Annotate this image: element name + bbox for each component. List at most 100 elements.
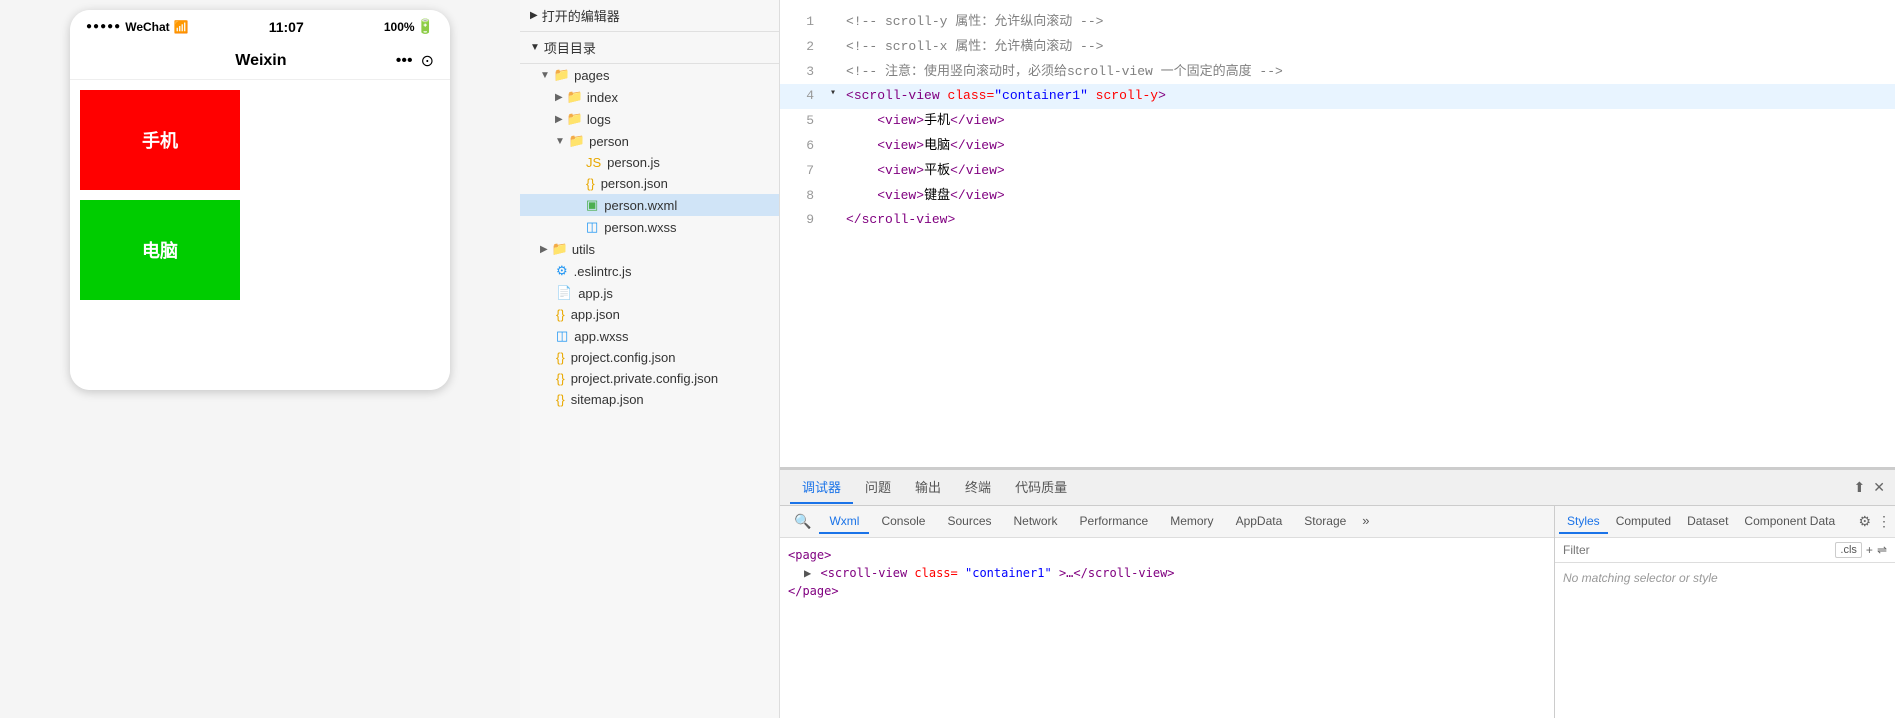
file-person-wxss[interactable]: ◫ person.wxss <box>520 216 779 238</box>
code-line-9: 9 </scroll-view> <box>780 208 1895 233</box>
tab-component-data[interactable]: Component Data <box>1736 510 1843 534</box>
folder-logs[interactable]: ▶ 📁 logs <box>520 108 779 130</box>
dom-tag-page-close: </page> <box>788 584 839 598</box>
tab-terminal[interactable]: 终端 <box>953 471 1003 504</box>
file-panel: ▶ 打开的编辑器 ▼ 项目目录 ▼ 📁 pages ▶ 📁 index ▶ 📁 … <box>520 0 780 718</box>
wxss-file-icon: ◫ <box>586 219 598 235</box>
dom-tag-close: >…</scroll-view> <box>1059 566 1175 580</box>
json-file-icon: {} <box>556 392 565 407</box>
styles-empty-text: No matching selector or style <box>1555 563 1895 718</box>
line-content-4: <scroll-view class="container1" scroll-y… <box>846 86 1895 107</box>
json-file-icon: {} <box>586 176 595 191</box>
folder-index[interactable]: ▶ 📁 index <box>520 86 779 108</box>
folder-pages[interactable]: ▼ 📁 pages <box>520 64 779 86</box>
close-icon[interactable]: ✕ <box>1873 479 1885 496</box>
tab-dataset[interactable]: Dataset <box>1679 510 1736 534</box>
file-label: app.json <box>571 307 620 322</box>
code-line-8: 8 <view>键盘</view> <box>780 184 1895 209</box>
folder-label: utils <box>572 242 595 257</box>
tab-memory[interactable]: Memory <box>1160 510 1223 534</box>
code-line-3: 3 <!-- 注意：使用竖向滚动时，必须给scroll-view 一个固定的高度… <box>780 60 1895 85</box>
file-person-wxml[interactable]: ▣ person.wxml <box>520 194 779 216</box>
file-eslintrc[interactable]: ⚙ .eslintrc.js <box>520 260 779 282</box>
opened-editors-header[interactable]: ▶ 打开的编辑器 <box>520 0 779 32</box>
devtools-panel: 调试器 问题 输出 终端 代码质量 ⬆ ✕ 🔍 Wxml Console Sou… <box>780 468 1895 718</box>
more-icon[interactable]: ⋮ <box>1877 513 1891 530</box>
tab-issues[interactable]: 问题 <box>853 471 903 504</box>
phone-status-bar: ●●●●● WeChat 📶 11:07 100% 🔋 <box>70 10 450 43</box>
file-person-js[interactable]: JS person.js <box>520 152 779 173</box>
file-app-js[interactable]: 📄 app.js <box>520 282 779 304</box>
add-style-icon[interactable]: + <box>1866 543 1873 557</box>
dom-attr-val-class: "container1" <box>965 566 1052 580</box>
tab-more[interactable]: » <box>1358 513 1373 530</box>
devtools-bottom-tabs: 🔍 Wxml Console Sources Network Performan… <box>780 506 1554 538</box>
devtools-top-right-icons: ⬆ ✕ <box>1854 479 1885 496</box>
box-red-label: 手机 <box>142 127 178 153</box>
devtools-dom-content: <page> ▶ <scroll-view class= "container1… <box>780 538 1554 718</box>
arrow-icon: ▼ <box>555 136 565 147</box>
folder-label: pages <box>574 68 609 83</box>
tab-console[interactable]: Console <box>871 510 935 534</box>
record-icon[interactable]: ⊙ <box>421 51 434 71</box>
filter-cls-button[interactable]: .cls <box>1835 542 1862 558</box>
line-content-7: <view>平板</view> <box>846 161 1895 182</box>
maximize-icon[interactable]: ⬆ <box>1854 479 1866 496</box>
filter-input[interactable] <box>1563 543 1831 557</box>
tab-styles[interactable]: Styles <box>1559 510 1608 534</box>
tab-performance[interactable]: Performance <box>1070 510 1159 534</box>
folder-person[interactable]: ▼ 📁 person <box>520 130 779 152</box>
dom-arrow-icon[interactable]: ▶ <box>804 566 811 580</box>
tab-appdata[interactable]: AppData <box>1226 510 1293 534</box>
folder-icon: 📁 <box>569 133 585 149</box>
folder-icon: 📁 <box>554 67 570 83</box>
carrier-label: WeChat <box>125 20 169 34</box>
tab-sources[interactable]: Sources <box>937 510 1001 534</box>
file-project-private-config[interactable]: {} project.private.config.json <box>520 368 779 389</box>
devtools-left: 🔍 Wxml Console Sources Network Performan… <box>780 506 1555 718</box>
phone-header-icons[interactable]: ••• ⊙ <box>396 51 434 71</box>
tab-storage[interactable]: Storage <box>1294 510 1356 534</box>
battery-pct: 100% <box>384 20 415 34</box>
devtools-body: 🔍 Wxml Console Sources Network Performan… <box>780 506 1895 718</box>
tab-network[interactable]: Network <box>1004 510 1068 534</box>
dom-line-page-open: <page> <box>788 546 1546 564</box>
code-line-5: 5 <view>手机</view> <box>780 109 1895 134</box>
file-label: project.private.config.json <box>571 371 718 386</box>
file-app-json[interactable]: {} app.json <box>520 304 779 325</box>
tab-debugger[interactable]: 调试器 <box>790 471 853 504</box>
code-line-6: 6 <view>电脑</view> <box>780 134 1895 159</box>
line-num-1: 1 <box>780 12 830 33</box>
wifi-icon: 📶 <box>174 20 189 34</box>
project-header[interactable]: ▼ 项目目录 <box>520 32 779 64</box>
right-panel: 1 <!-- scroll-y 属性：允许纵向滚动 --> 2 <!-- scr… <box>780 0 1895 718</box>
tab-wxml[interactable]: Wxml <box>819 510 869 534</box>
inspect-icon[interactable]: 🔍 <box>788 509 817 534</box>
settings-icon[interactable]: ⚙ <box>1858 513 1871 530</box>
file-label: sitemap.json <box>571 392 644 407</box>
phone-content: 手机 电脑 <box>70 90 450 390</box>
tab-code-quality[interactable]: 代码质量 <box>1003 471 1079 504</box>
file-project-config[interactable]: {} project.config.json <box>520 347 779 368</box>
tab-output[interactable]: 输出 <box>903 471 953 504</box>
file-person-json[interactable]: {} person.json <box>520 173 779 194</box>
arrow-icon: ▶ <box>555 114 563 125</box>
file-label: person.json <box>601 176 668 191</box>
code-line-7: 7 <view>平板</view> <box>780 159 1895 184</box>
file-sitemap-json[interactable]: {} sitemap.json <box>520 389 779 410</box>
line-arrow-4: ▾ <box>830 86 846 102</box>
arrow-icon: ▼ <box>530 42 540 53</box>
folder-icon: 📁 <box>552 241 568 257</box>
config-file-icon: ⚙ <box>556 263 568 279</box>
toggle-icon[interactable]: ⇌ <box>1877 543 1887 557</box>
folder-label: index <box>587 90 618 105</box>
phone-header: Weixin ••• ⊙ <box>70 43 450 80</box>
folder-label: logs <box>587 112 611 127</box>
dom-line-scroll-view[interactable]: ▶ <scroll-view class= "container1" >…</s… <box>788 564 1546 582</box>
file-app-wxss[interactable]: ◫ app.wxss <box>520 325 779 347</box>
folder-utils[interactable]: ▶ 📁 utils <box>520 238 779 260</box>
more-icon[interactable]: ••• <box>396 52 413 70</box>
tab-computed[interactable]: Computed <box>1608 510 1679 534</box>
js-file-icon: 📄 <box>556 285 572 301</box>
line-num-9: 9 <box>780 210 830 231</box>
